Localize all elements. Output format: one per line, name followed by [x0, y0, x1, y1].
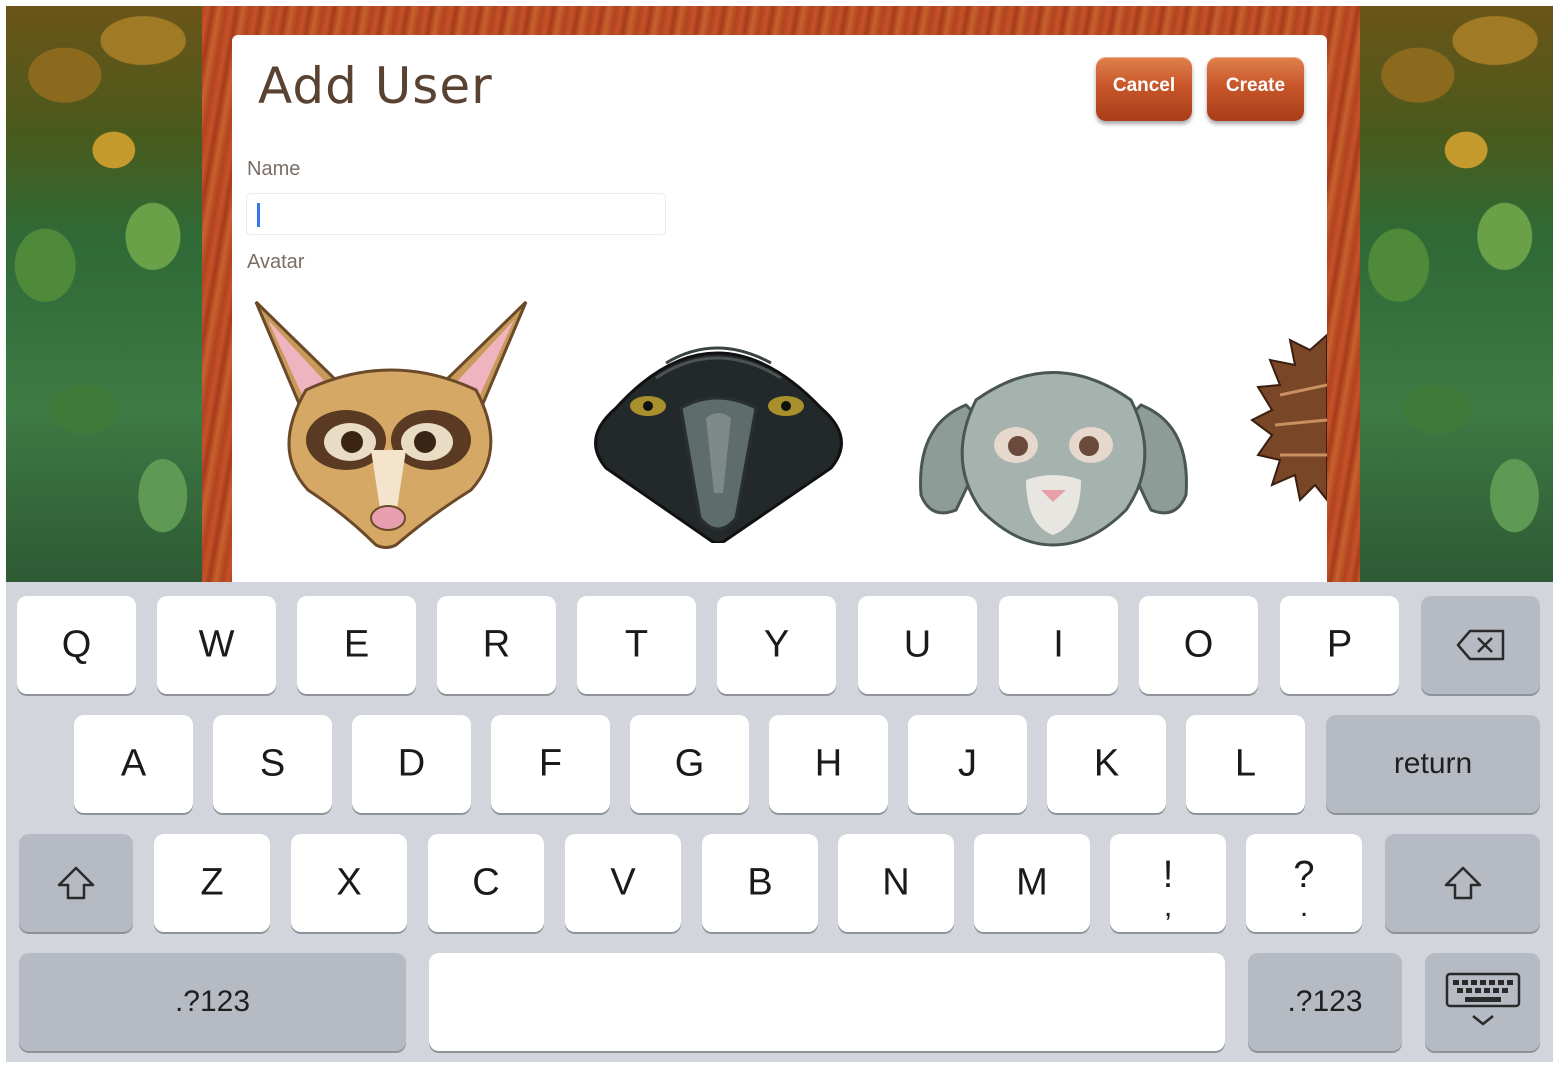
add-user-dialog: Add User Cancel Create Name Avatar	[232, 35, 1327, 582]
jungle-background-right	[1360, 6, 1553, 582]
name-label: Name	[247, 158, 301, 180]
bushbaby-avatar-icon[interactable]	[246, 300, 531, 555]
key-h[interactable]: H	[769, 715, 888, 813]
create-button[interactable]: Create	[1207, 57, 1304, 121]
key-x[interactable]: X	[291, 834, 407, 932]
text-caret	[257, 203, 260, 227]
key-s[interactable]: S	[213, 715, 332, 813]
key-e[interactable]: E	[297, 596, 416, 694]
key-u[interactable]: U	[858, 596, 977, 694]
key-v[interactable]: V	[565, 834, 681, 932]
key-l[interactable]: L	[1186, 715, 1305, 813]
key-r[interactable]: R	[437, 596, 556, 694]
shift-key-right[interactable]	[1385, 834, 1540, 932]
backspace-icon	[1456, 629, 1504, 661]
key-i[interactable]: I	[999, 596, 1118, 694]
key-a[interactable]: A	[74, 715, 193, 813]
key-j[interactable]: J	[908, 715, 1027, 813]
jungle-background-left	[6, 6, 202, 582]
key-question-period[interactable]: ? .	[1246, 834, 1362, 932]
key-w[interactable]: W	[157, 596, 276, 694]
key-exclaim-comma[interactable]: ! ,	[1110, 834, 1226, 932]
dialog-title: Add User	[258, 57, 493, 115]
key-t[interactable]: T	[577, 596, 696, 694]
key-y[interactable]: Y	[717, 596, 836, 694]
on-screen-keyboard: Q W E R T Y U I O P A S D F G H J K L re…	[6, 582, 1553, 1062]
key-f[interactable]: F	[491, 715, 610, 813]
space-bar[interactable]	[429, 953, 1225, 1051]
numbers-key-left[interactable]: .?123	[19, 953, 406, 1051]
key-n[interactable]: N	[838, 834, 954, 932]
key-m[interactable]: M	[974, 834, 1090, 932]
hide-keyboard-key[interactable]	[1425, 953, 1540, 1051]
echidna-avatar-icon[interactable]	[1250, 325, 1327, 505]
bunny-avatar-icon[interactable]	[916, 350, 1191, 550]
hide-keyboard-icon	[1445, 972, 1520, 1026]
key-d[interactable]: D	[352, 715, 471, 813]
shift-key-left[interactable]	[19, 834, 133, 932]
avatar-label: Avatar	[247, 251, 305, 273]
key-p[interactable]: P	[1280, 596, 1399, 694]
key-g[interactable]: G	[630, 715, 749, 813]
key-b[interactable]: B	[702, 834, 818, 932]
shift-icon	[1444, 866, 1481, 900]
key-c[interactable]: C	[428, 834, 544, 932]
shift-icon	[57, 866, 95, 900]
cancel-button[interactable]: Cancel	[1096, 57, 1192, 121]
key-o[interactable]: O	[1139, 596, 1258, 694]
name-input[interactable]	[246, 193, 666, 235]
key-z[interactable]: Z	[154, 834, 270, 932]
key-q[interactable]: Q	[17, 596, 136, 694]
key-k[interactable]: K	[1047, 715, 1166, 813]
eagle-avatar-icon[interactable]	[586, 318, 851, 543]
numbers-key-right[interactable]: .?123	[1248, 953, 1402, 1051]
return-key[interactable]: return	[1326, 715, 1540, 813]
backspace-key[interactable]	[1421, 596, 1540, 694]
